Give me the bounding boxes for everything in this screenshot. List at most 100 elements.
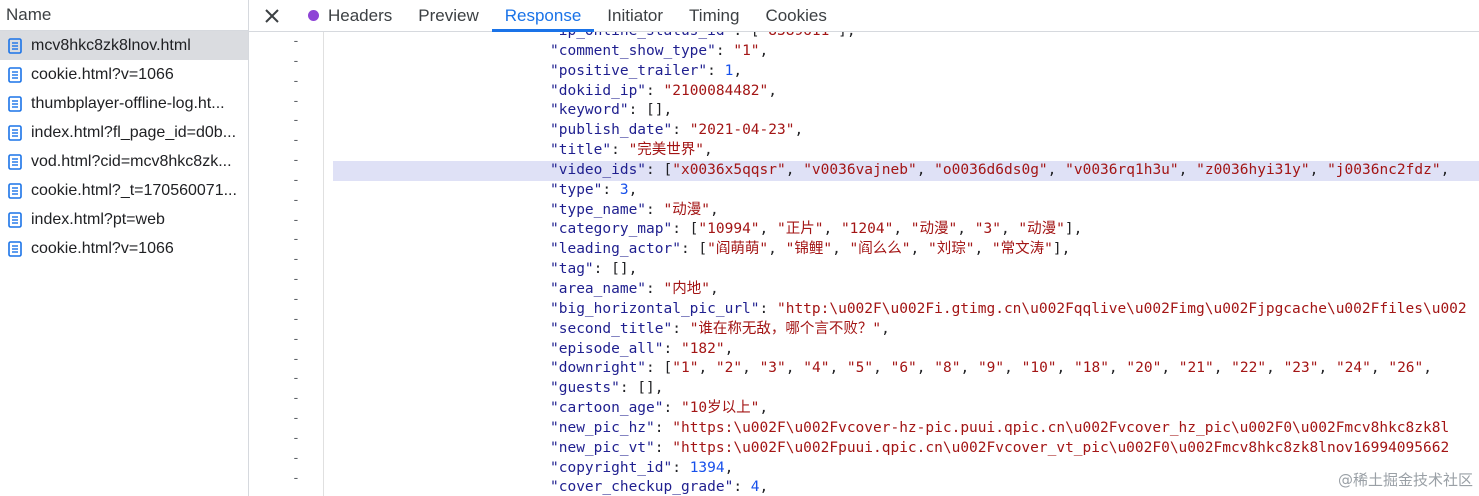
- request-row[interactable]: mcv8hkc8zk8lnov.html: [0, 31, 248, 60]
- json-punct: ,: [916, 161, 935, 178]
- json-string: "2021-04-23": [689, 122, 795, 139]
- json-key: "area_name": [550, 280, 647, 297]
- json-punct: ,: [1108, 360, 1127, 377]
- json-punct: : [: [646, 360, 673, 377]
- json-punct: :: [663, 340, 681, 357]
- gutter-marker: -: [292, 212, 300, 228]
- json-punct: :: [646, 82, 664, 99]
- response-viewer[interactable]: - - - - - - - - - - - - - - - - - - - - - - - - "ip_online_stat…: [249, 32, 1479, 496]
- gutter-marker: -: [292, 291, 300, 307]
- json-punct: :: [654, 439, 673, 456]
- json-string: "v0036rq1h3u": [1065, 161, 1179, 178]
- json-string: "1": [672, 360, 699, 377]
- json-punct: ,: [1056, 360, 1074, 377]
- json-key: "big_horizontal_pic_url": [550, 300, 760, 317]
- json-punct: ,: [733, 62, 743, 79]
- json-string: "1204": [840, 221, 894, 238]
- gutter-marker: -: [292, 232, 300, 248]
- request-name: cookie.html?v=1066: [31, 239, 174, 257]
- code-line: "comment_show_type": "1",: [333, 42, 1479, 62]
- json-number: 4: [750, 479, 760, 496]
- json-punct: ,: [628, 181, 638, 198]
- tab-list: Headers Preview Response Initiator Timing Coo…: [295, 0, 840, 32]
- json-punct: ],: [838, 32, 855, 39]
- json-punct: :: [663, 400, 681, 417]
- tab-cookies[interactable]: Cookies: [752, 0, 839, 31]
- document-icon: [8, 37, 22, 54]
- code-line: "copyright_id": 1394,: [333, 459, 1479, 479]
- tab-preview[interactable]: Preview: [405, 0, 491, 31]
- json-punct: ,: [1213, 360, 1232, 377]
- close-icon[interactable]: [249, 0, 295, 31]
- json-punct: ,: [794, 122, 804, 139]
- request-name: vod.html?cid=mcv8hkc8zk...: [31, 152, 232, 170]
- gutter-marker: -: [292, 371, 300, 387]
- json-punct: ,: [960, 360, 978, 377]
- json-string: "正片": [777, 221, 824, 238]
- tab-response[interactable]: Response: [491, 0, 595, 32]
- json-key: "copyright_id": [550, 459, 673, 476]
- code-line: "second_title": "谁在称无敌，哪个言不败？",: [333, 320, 1479, 340]
- json-string: "182": [680, 340, 725, 357]
- request-row[interactable]: vod.html?cid=mcv8hkc8zk...: [0, 147, 248, 176]
- json-punct: :: [646, 201, 664, 218]
- json-string: "v0036vajneb": [803, 161, 917, 178]
- json-number: 1394: [689, 459, 725, 476]
- json-punct: :: [759, 300, 777, 317]
- json-punct: : [],: [593, 261, 638, 278]
- request-row[interactable]: cookie.html?v=1066: [0, 234, 248, 263]
- json-key: "publish_date": [550, 122, 673, 139]
- document-icon: [8, 66, 22, 83]
- request-row[interactable]: cookie.html?_t=170560071...: [0, 176, 248, 205]
- request-row[interactable]: cookie.html?v=1066: [0, 60, 248, 89]
- code-line: "type_name": "动漫",: [333, 201, 1479, 221]
- tab-initiator[interactable]: Initiator: [594, 0, 676, 31]
- gutter-marker: -: [292, 272, 300, 288]
- json-key: "new_pic_hz": [550, 419, 655, 436]
- json-string: "3": [974, 221, 1001, 238]
- json-punct: ,: [829, 360, 847, 377]
- code-line: "new_pic_hz": "https:\u002F\u002Fvcover-…: [333, 419, 1479, 439]
- request-row[interactable]: index.html?fl_page_id=d0b...: [0, 118, 248, 147]
- json-punct: ,: [704, 142, 713, 159]
- request-detail-panel: Headers Preview Response Initiator Timing Coo…: [249, 0, 1479, 496]
- request-name: thumbplayer-offline-log.ht...: [31, 94, 225, 112]
- json-punct: ,: [1178, 161, 1197, 178]
- json-punct: :: [707, 62, 725, 79]
- json-punct: ,: [709, 201, 719, 218]
- json-string: "x0036x5qqsr": [672, 161, 786, 178]
- code-line: "ip_online_status_id": ["8389611"],: [333, 32, 1479, 42]
- tab-label: Timing: [689, 5, 740, 25]
- json-string: "刘琮": [927, 241, 975, 258]
- json-string: "18": [1074, 360, 1109, 377]
- request-row[interactable]: index.html?pt=web: [0, 205, 248, 234]
- json-punct: :: [672, 122, 690, 139]
- json-punct: ,: [1440, 161, 1450, 178]
- json-punct: ,: [742, 360, 760, 377]
- document-icon: [8, 153, 22, 170]
- tab-label: Response: [504, 5, 582, 25]
- request-row[interactable]: thumbplayer-offline-log.ht...: [0, 89, 248, 118]
- document-icon: [8, 211, 22, 228]
- json-string: "https:\u002F\u002Fvcover-hz-pic.puui.qp…: [672, 419, 1450, 436]
- json-string: "j0036nc2fdz": [1327, 161, 1441, 178]
- json-punct: ],: [1052, 241, 1071, 258]
- json-punct: ,: [768, 82, 777, 99]
- json-punct: : [: [672, 221, 699, 238]
- json-key: "guests": [550, 380, 620, 397]
- code-line: "guests": [],: [333, 379, 1479, 399]
- json-key: "cover_checkup_grade": [550, 479, 734, 496]
- json-string: "10": [1021, 360, 1057, 377]
- tab-timing[interactable]: Timing: [676, 0, 752, 31]
- json-key: "category_map": [550, 221, 673, 238]
- json-string: "谁在称无敌，哪个言不败？": [689, 320, 882, 337]
- gutter-marker: -: [292, 34, 300, 49]
- request-list-panel: Name mcv8hkc8zk8lnov.html cookie.html?v=1…: [0, 0, 249, 496]
- json-punct: ,: [759, 479, 769, 496]
- name-column-header[interactable]: Name: [0, 0, 248, 31]
- json-string: "阎么么": [849, 241, 911, 258]
- json-string: "2": [715, 360, 743, 377]
- tab-headers[interactable]: Headers: [295, 0, 405, 31]
- json-punct: : [],: [628, 102, 673, 119]
- detail-tabbar: Headers Preview Response Initiator Timing Coo…: [249, 0, 1479, 32]
